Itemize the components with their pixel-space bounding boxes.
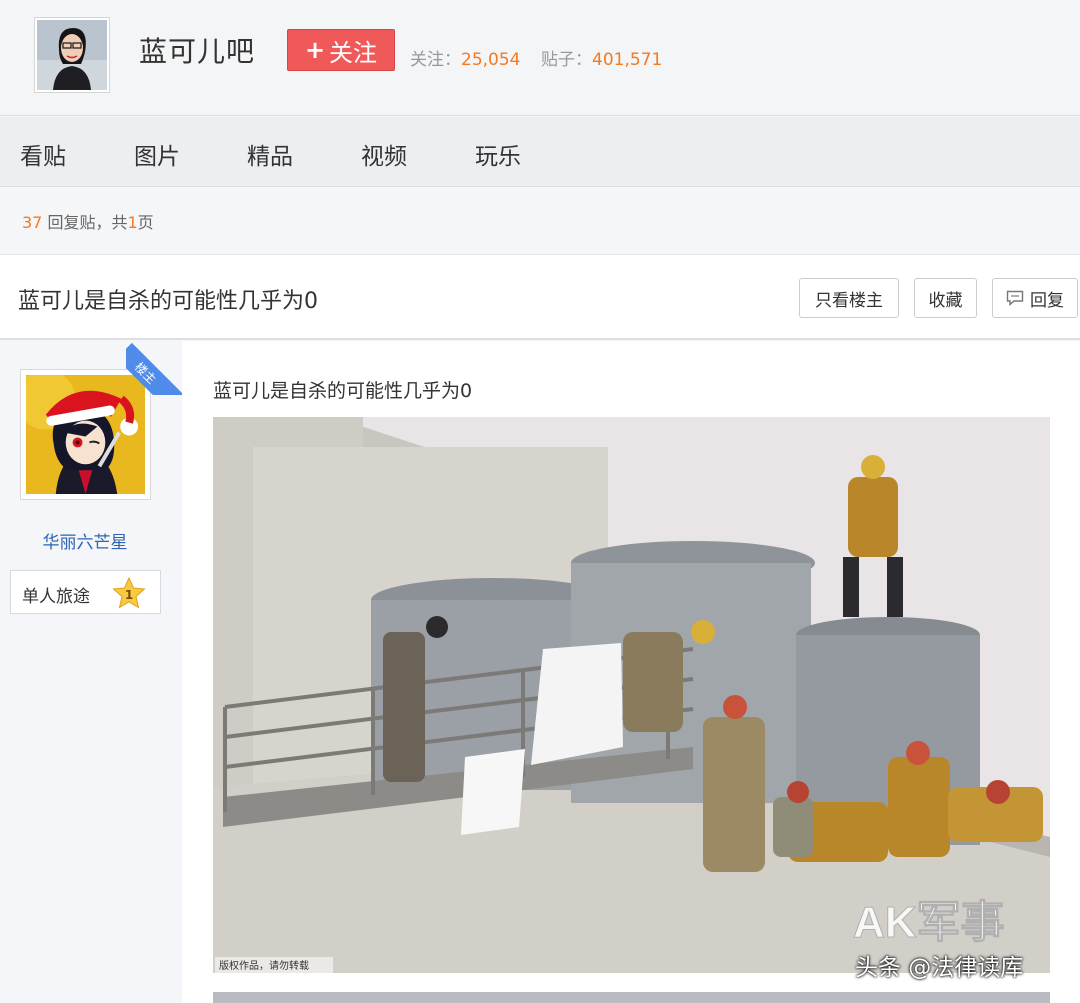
- post-content: 蓝可儿是自杀的可能性几乎为0: [213, 380, 473, 402]
- forum-name[interactable]: 蓝可儿吧: [139, 30, 255, 70]
- rooftop-photo: AK军事 版权作品，请勿转载: [213, 417, 1050, 973]
- follow-stat-label: 关注：: [410, 50, 461, 70]
- favorite-button[interactable]: 收藏: [914, 278, 977, 318]
- level-badge[interactable]: 单人旅途 1: [10, 570, 161, 614]
- level-number: 1: [125, 588, 133, 602]
- forum-avatar[interactable]: [34, 17, 110, 93]
- follow-button[interactable]: + 关注: [287, 29, 395, 71]
- reply-button-label: 回复: [1030, 290, 1064, 311]
- tab-videos[interactable]: 视频: [361, 137, 407, 171]
- image-caption: 版权作品，请勿转载: [219, 959, 309, 972]
- forum-avatar-image: [37, 20, 107, 90]
- page-count-suffix: 页: [137, 213, 154, 232]
- reply-count-text: 回复贴，共: [42, 213, 128, 232]
- post-image[interactable]: AK军事 版权作品，请勿转载: [213, 417, 1050, 973]
- forum-nav: 看贴 图片 精品 视频 玩乐: [0, 117, 1080, 187]
- tab-posts[interactable]: 看贴: [20, 137, 66, 171]
- op-badge: 楼主: [126, 341, 182, 395]
- follow-stat: 关注：25,054: [410, 45, 520, 70]
- page-count-number: 1: [127, 213, 138, 232]
- forum-header: 蓝可儿吧 + 关注 关注：25,054 贴子：401,571: [0, 0, 1080, 116]
- comment-icon: [1006, 290, 1024, 306]
- tab-images[interactable]: 图片: [134, 137, 180, 171]
- posts-stat: 贴子：401,571: [541, 45, 662, 70]
- level-name: 单人旅途: [22, 587, 90, 607]
- posts-stat-label: 贴子：: [541, 50, 592, 70]
- watermark: 头条 @法律读库: [855, 955, 1024, 981]
- post-author-panel: 楼主 华丽六芒星 单人旅途 1: [0, 341, 182, 1003]
- post: 楼主 华丽六芒星 单人旅途 1 蓝可儿是自杀的可能性几乎为0 AK军事 版权作品…: [0, 341, 1080, 1003]
- plus-icon: +: [304, 36, 326, 64]
- op-badge-label: 楼主: [132, 359, 160, 387]
- posts-stat-value: 401,571: [592, 50, 663, 70]
- reply-count: 37 回复贴，共1页: [22, 209, 154, 233]
- next-image-preview: [213, 992, 1050, 1003]
- follow-stat-value: 25,054: [461, 50, 521, 70]
- thread-title-bar: 蓝可儿是自杀的可能性几乎为0 只看楼主 收藏 回复: [0, 254, 1080, 340]
- star-level-icon: 1: [112, 577, 146, 609]
- reply-count-number: 37: [22, 213, 43, 232]
- reply-button[interactable]: 回复: [992, 278, 1078, 318]
- thread-title: 蓝可儿是自杀的可能性几乎为0: [18, 289, 318, 314]
- tab-fun[interactable]: 玩乐: [475, 137, 521, 171]
- image-logo: AK军事: [853, 898, 1005, 947]
- only-op-button[interactable]: 只看楼主: [799, 278, 899, 318]
- post-username[interactable]: 华丽六芒星: [0, 528, 170, 553]
- tab-featured[interactable]: 精品: [247, 137, 293, 171]
- follow-label: 关注: [329, 38, 378, 67]
